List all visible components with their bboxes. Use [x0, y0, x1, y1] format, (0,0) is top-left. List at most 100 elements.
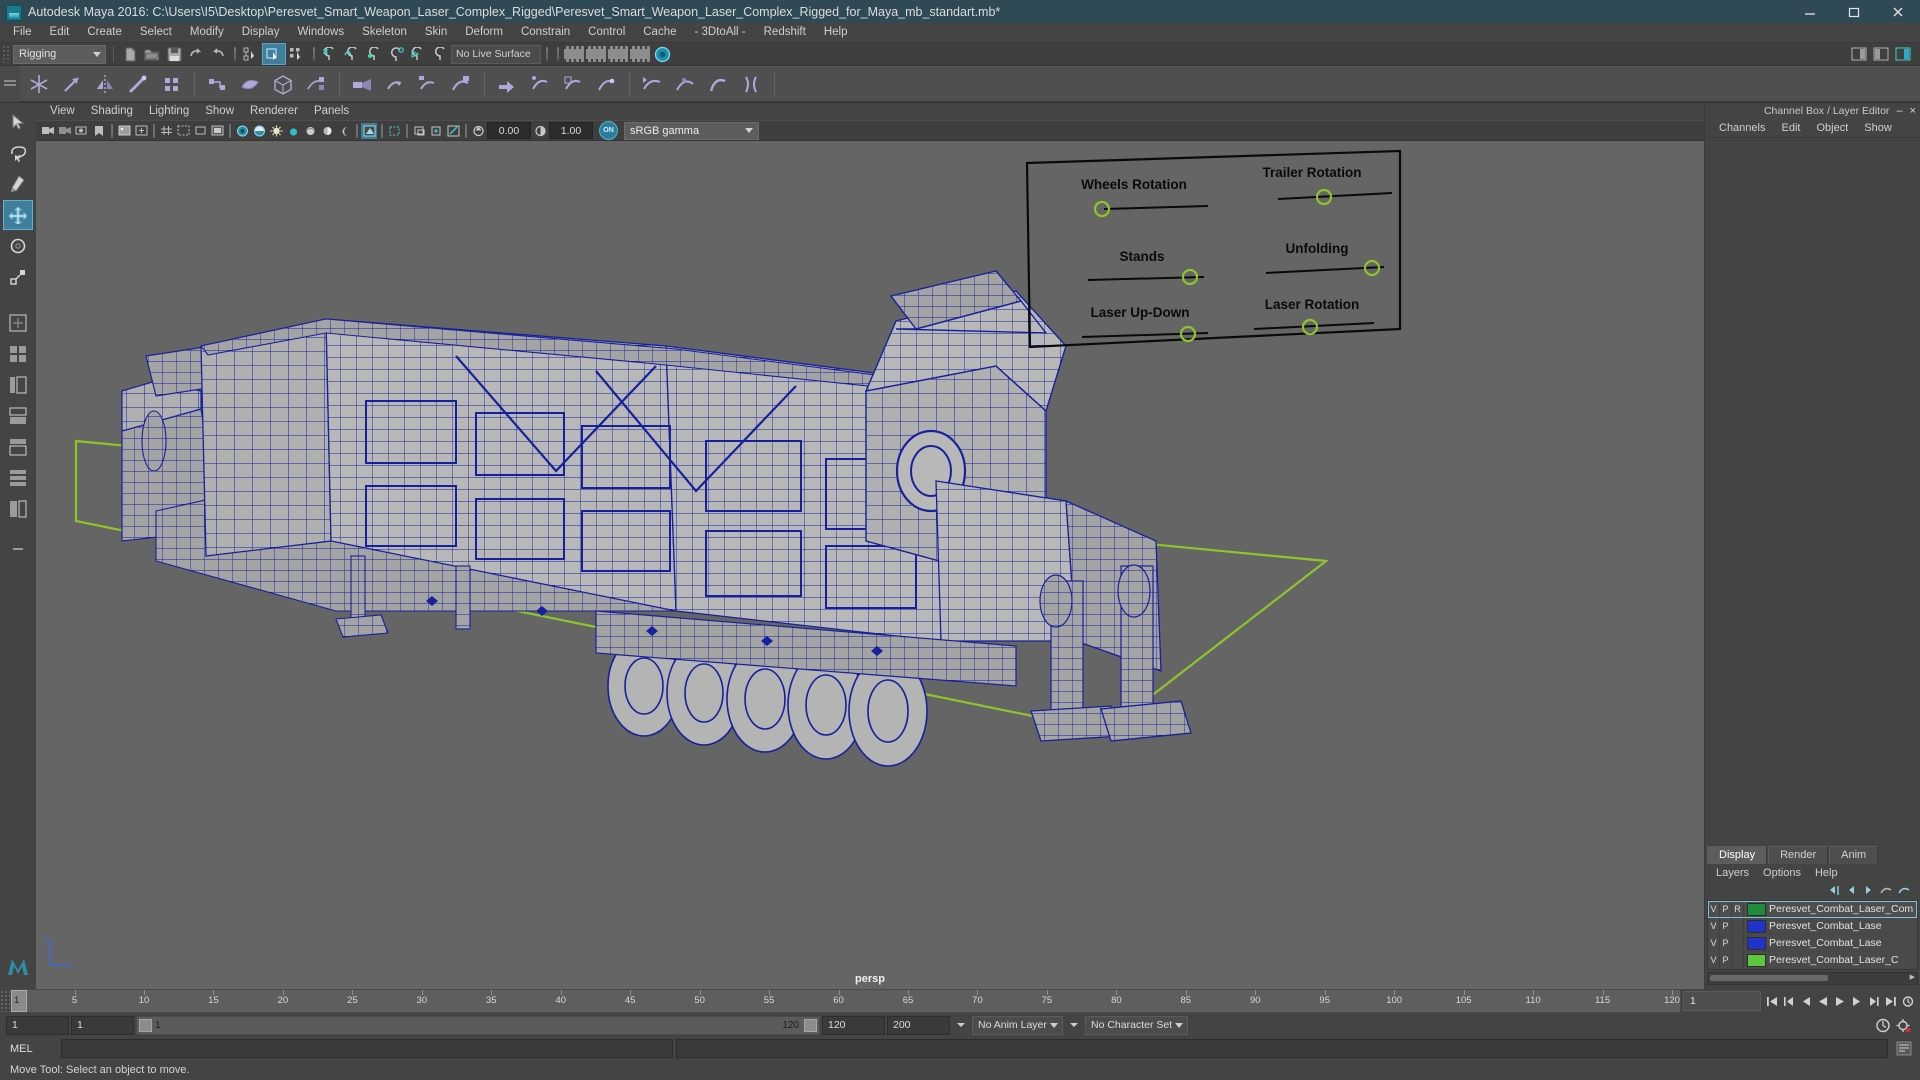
channelbox-menu-show[interactable]: Show	[1856, 122, 1900, 134]
gate-mask-icon[interactable]	[209, 123, 225, 139]
menu-set-selector[interactable]: Rigging	[13, 44, 106, 64]
go-to-end-icon[interactable]	[1882, 992, 1899, 1011]
layer-color-swatch[interactable]	[1747, 953, 1766, 967]
command-input[interactable]	[61, 1039, 673, 1058]
viewport-menu-view[interactable]: View	[42, 103, 83, 120]
menu-3dtoall[interactable]: - 3DtoAll -	[686, 23, 755, 42]
table-row[interactable]: V P Peresvet_Combat_Lase	[1708, 935, 1917, 952]
layer-prev-icon[interactable]	[1844, 884, 1857, 897]
new-layer-icon[interactable]	[1880, 884, 1893, 897]
sidebar-attribute-editor-icon[interactable]	[1848, 44, 1870, 64]
resolution-gate-icon[interactable]	[192, 123, 208, 139]
maximize-button[interactable]	[1832, 0, 1876, 23]
lattice-icon[interactable]	[525, 69, 556, 99]
gamma-field[interactable]: 1.00	[549, 122, 593, 139]
sidebar-channel-box-icon[interactable]	[1892, 44, 1914, 64]
anim-layer-dropdown-arrow-icon[interactable]	[952, 1016, 970, 1034]
character-set-dropdown-arrow-icon[interactable]	[1065, 1016, 1083, 1034]
layer-reference-toggle[interactable]	[1732, 935, 1744, 951]
lasso-select-tool[interactable]	[3, 138, 33, 168]
shadows-icon[interactable]	[336, 123, 352, 139]
toolbox-collapse-handle[interactable]	[7, 540, 29, 558]
menu-skeleton[interactable]: Skeleton	[353, 23, 416, 42]
range-bar-right-handle[interactable]	[804, 1018, 817, 1032]
viewport-menu-lighting[interactable]: Lighting	[141, 103, 197, 120]
select-by-component-icon[interactable]	[286, 44, 308, 64]
render-current-frame-icon[interactable]	[585, 44, 607, 64]
four-view-layout[interactable]	[3, 339, 33, 369]
current-frame-field[interactable]: 1	[1683, 991, 1761, 1011]
two-d-pan-zoom-icon[interactable]	[133, 123, 149, 139]
menu-display[interactable]: Display	[233, 23, 289, 42]
layers-menu-options[interactable]: Options	[1756, 867, 1808, 879]
layer-visibility-toggle[interactable]: V	[1708, 918, 1720, 934]
cluster-icon[interactable]	[591, 69, 622, 99]
multisample-aa-icon[interactable]	[411, 123, 427, 139]
snap-to-curve-icon[interactable]	[341, 44, 363, 64]
script-editor-icon[interactable]	[1894, 1039, 1913, 1058]
xray-joints-icon[interactable]	[251, 123, 267, 139]
grid-toggle-icon[interactable]	[158, 123, 174, 139]
outliner-persp-layout[interactable]	[3, 370, 33, 400]
step-back-keyframe-icon[interactable]	[1780, 992, 1797, 1011]
two-pane-side-layout[interactable]	[3, 494, 33, 524]
menu-windows[interactable]: Windows	[288, 23, 353, 42]
layer-name[interactable]: Peresvet_Combat_Lase	[1769, 937, 1882, 949]
layer-reference-toggle[interactable]	[1732, 952, 1744, 968]
channelbox-menu-object[interactable]: Object	[1808, 122, 1856, 134]
shelf-tab-handle[interactable]	[0, 67, 20, 101]
paint-skin-weights-icon[interactable]	[347, 69, 378, 99]
show-render-view-icon[interactable]	[563, 44, 585, 64]
range-start-field[interactable]: 1	[71, 1015, 134, 1035]
wire-deformer-icon[interactable]	[637, 69, 668, 99]
minimize-button[interactable]	[1788, 0, 1832, 23]
menu-skin[interactable]: Skin	[416, 23, 456, 42]
step-forward-frame-icon[interactable]	[1848, 992, 1865, 1011]
snap-to-view-plane-icon[interactable]	[407, 44, 429, 64]
scrollbar-thumb[interactable]	[1710, 975, 1828, 981]
camera-attributes-icon[interactable]	[74, 123, 90, 139]
step-forward-keyframe-icon[interactable]	[1865, 992, 1882, 1011]
live-surface-field[interactable]: No Live Surface	[451, 44, 541, 64]
detach-skin-icon[interactable]	[301, 69, 332, 99]
ik-spline-handle-icon[interactable]	[156, 69, 187, 99]
layer-playback-toggle[interactable]: P	[1720, 952, 1732, 968]
go-to-start-icon[interactable]	[1763, 992, 1780, 1011]
undo-icon[interactable]	[185, 44, 207, 64]
nonlinear-flare-icon[interactable]	[736, 69, 767, 99]
scale-tool[interactable]	[3, 262, 33, 292]
snap-to-projected-center-icon[interactable]	[385, 44, 407, 64]
layer-name[interactable]: Peresvet_Combat_Laser_C	[1769, 954, 1899, 966]
persp-graph-hypergraph-layout[interactable]	[3, 463, 33, 493]
film-gate-icon[interactable]	[175, 123, 191, 139]
playback-options-icon[interactable]	[1899, 992, 1916, 1011]
layer-list-horizontal-scrollbar[interactable]: ◀ ▶	[1707, 972, 1918, 985]
redo-icon[interactable]	[207, 44, 229, 64]
layer-move-down-icon[interactable]	[1898, 884, 1911, 897]
xray-toggle-icon[interactable]	[234, 123, 250, 139]
layer-playback-toggle[interactable]: P	[1720, 935, 1732, 951]
make-live-icon[interactable]	[429, 44, 451, 64]
exposure-field[interactable]: 0.00	[487, 122, 531, 139]
layer-color-swatch[interactable]	[1747, 919, 1766, 933]
menu-deform[interactable]: Deform	[456, 23, 512, 42]
smooth-skin-icon[interactable]	[446, 69, 477, 99]
sidebar-tool-settings-icon[interactable]	[1870, 44, 1892, 64]
layer-visibility-toggle[interactable]: V	[1708, 901, 1720, 917]
menu-modify[interactable]: Modify	[181, 23, 233, 42]
character-set-selector[interactable]: No Character Set	[1085, 1015, 1188, 1035]
paint-select-tool[interactable]	[3, 169, 33, 199]
blend-shape-icon[interactable]	[492, 69, 523, 99]
command-language-label[interactable]: MEL	[10, 1043, 58, 1055]
select-by-object-icon[interactable]	[262, 43, 286, 65]
current-time-indicator[interactable]: 1	[11, 990, 27, 1012]
layers-menu-layers[interactable]: Layers	[1709, 867, 1756, 879]
menu-create[interactable]: Create	[78, 23, 131, 42]
table-row[interactable]: V P R Peresvet_Combat_Laser_Com	[1708, 901, 1917, 918]
color-management-transform-selector[interactable]: sRGB gamma	[624, 121, 759, 140]
exposure-icon[interactable]	[470, 123, 486, 139]
tab-anim[interactable]: Anim	[1829, 846, 1879, 864]
snap-to-point-icon[interactable]	[363, 44, 385, 64]
menu-constrain[interactable]: Constrain	[512, 23, 579, 42]
color-management-toggle-icon[interactable]: ON	[599, 121, 618, 140]
